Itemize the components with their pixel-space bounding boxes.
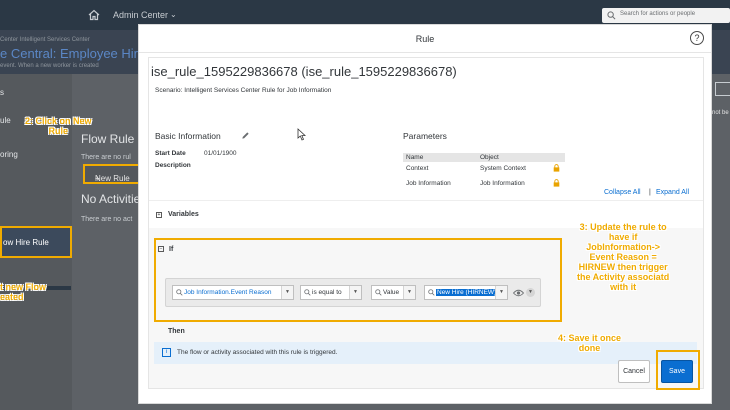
param-object-job-information: Job Information: [480, 180, 525, 187]
column-header-name: Name: [406, 154, 424, 161]
search-icon: [375, 289, 382, 296]
sidebar-item-new-hire-rule[interactable]: ow Hire Rule: [0, 226, 72, 258]
cancel-button[interactable]: Cancel: [618, 360, 650, 383]
start-date-value: 01/01/1900: [204, 150, 237, 157]
breadcrumb[interactable]: Center Intelligent Services Center: [0, 37, 90, 43]
eye-icon[interactable]: [513, 289, 524, 297]
rule-dialog: Rule ? ise_rule_1595229836678 (ise_rule_…: [138, 24, 712, 404]
callout-step-3: 3: Update the rule to have if JobInformati…: [577, 222, 670, 292]
if-label: If: [169, 246, 174, 253]
search-icon: [428, 289, 435, 296]
expand-icon[interactable]: +: [156, 212, 162, 218]
condition-value-select[interactable]: New Hire (HIRNEW) ▼: [424, 285, 508, 300]
page-title: e Central: Employee Hire: [0, 46, 146, 61]
search-icon: [607, 11, 616, 20]
help-icon[interactable]: ?: [690, 31, 704, 45]
divider: [45, 286, 71, 290]
start-date-label: Start Date: [155, 150, 186, 157]
global-search-input[interactable]: Search for actions or people: [602, 8, 730, 23]
collapse-icon[interactable]: −: [158, 246, 164, 252]
param-name-job-information: Job Information: [406, 180, 451, 187]
mouse-cursor-icon: [297, 128, 306, 141]
dialog-title: Rule: [415, 34, 435, 44]
sidebar-item-monitoring[interactable]: oring: [0, 150, 18, 159]
no-rules-text: There are no rul: [81, 154, 131, 161]
callout-step-1: t new Flow eated: [0, 282, 46, 302]
page-subtitle: event. When a new worker is created: [0, 63, 99, 69]
sidebar-item-label: ow Hire Rule: [3, 238, 49, 247]
dropdown-arrow-icon[interactable]: ▼: [403, 286, 415, 299]
expand-all-link[interactable]: Expand All: [656, 189, 689, 196]
rule-title: ise_rule_1595229836678 (ise_rule_1595229…: [151, 64, 457, 79]
callout-step-4: 4: Save it once done: [558, 333, 622, 353]
link-separator: |: [649, 189, 651, 196]
basic-information-title: Basic Information: [155, 131, 221, 141]
scenario-text: Scenario: Intelligent Services Center Ru…: [155, 87, 332, 94]
dropdown-arrow-icon[interactable]: ▼: [281, 286, 293, 299]
condition-field-value: Job Information.Event Reason: [184, 289, 272, 296]
dropdown-arrow-icon[interactable]: ▼: [495, 286, 507, 299]
pencil-icon[interactable]: [241, 131, 250, 140]
dialog-footer: Cancel Save: [139, 350, 711, 403]
dropdown-arrow-icon[interactable]: ▼: [349, 286, 361, 299]
condition-row: Job Information.Event Reason ▼ is equal …: [165, 278, 541, 307]
condition-value-type-select[interactable]: Value ▼: [371, 285, 416, 300]
lock-icon: [553, 179, 560, 187]
description-label: Description: [155, 162, 191, 169]
side-panel-toggle[interactable]: [715, 82, 730, 96]
column-header-object: Object: [480, 154, 499, 161]
variables-label: Variables: [168, 211, 199, 218]
truncated-text: not be: [712, 110, 729, 116]
home-icon[interactable]: [88, 9, 100, 21]
condition-value: New Hire (HIRNEW): [436, 289, 498, 296]
dialog-header: Rule ?: [139, 25, 711, 53]
condition-operator-select[interactable]: is equal to ▼: [300, 285, 362, 300]
sidebar-item[interactable]: s: [0, 88, 4, 97]
collapse-all-link[interactable]: Collapse All: [604, 189, 641, 196]
condition-value-type: Value: [383, 289, 400, 296]
then-label: Then: [168, 328, 185, 335]
parameters-title: Parameters: [403, 131, 447, 141]
if-condition-section: − If Job Information.Event Reason ▼ is e…: [154, 238, 562, 322]
no-activities-text: There are no act: [81, 216, 133, 223]
condition-field-select[interactable]: Job Information.Event Reason ▼: [172, 285, 294, 300]
new-rule-button[interactable]: + New Rule: [83, 164, 141, 184]
sidebar-item-rule[interactable]: ule: [0, 116, 11, 125]
param-object-context: System Context: [480, 165, 526, 172]
app-title[interactable]: Admin Center: [113, 10, 168, 20]
save-button[interactable]: Save: [661, 360, 693, 383]
chevron-down-icon[interactable]: ⌄: [170, 10, 177, 19]
lock-icon: [553, 164, 560, 172]
search-icon: [176, 289, 183, 296]
options-dropdown-icon[interactable]: ▼: [526, 288, 535, 297]
callout-step-2: 2: Click on New Rule: [25, 116, 92, 136]
no-activities-title: No Activitie: [81, 192, 141, 206]
search-placeholder: Search for actions or people: [620, 11, 696, 17]
condition-operator-value: is equal to: [312, 289, 342, 296]
search-icon: [304, 289, 311, 296]
param-name-context: Context: [406, 165, 429, 172]
